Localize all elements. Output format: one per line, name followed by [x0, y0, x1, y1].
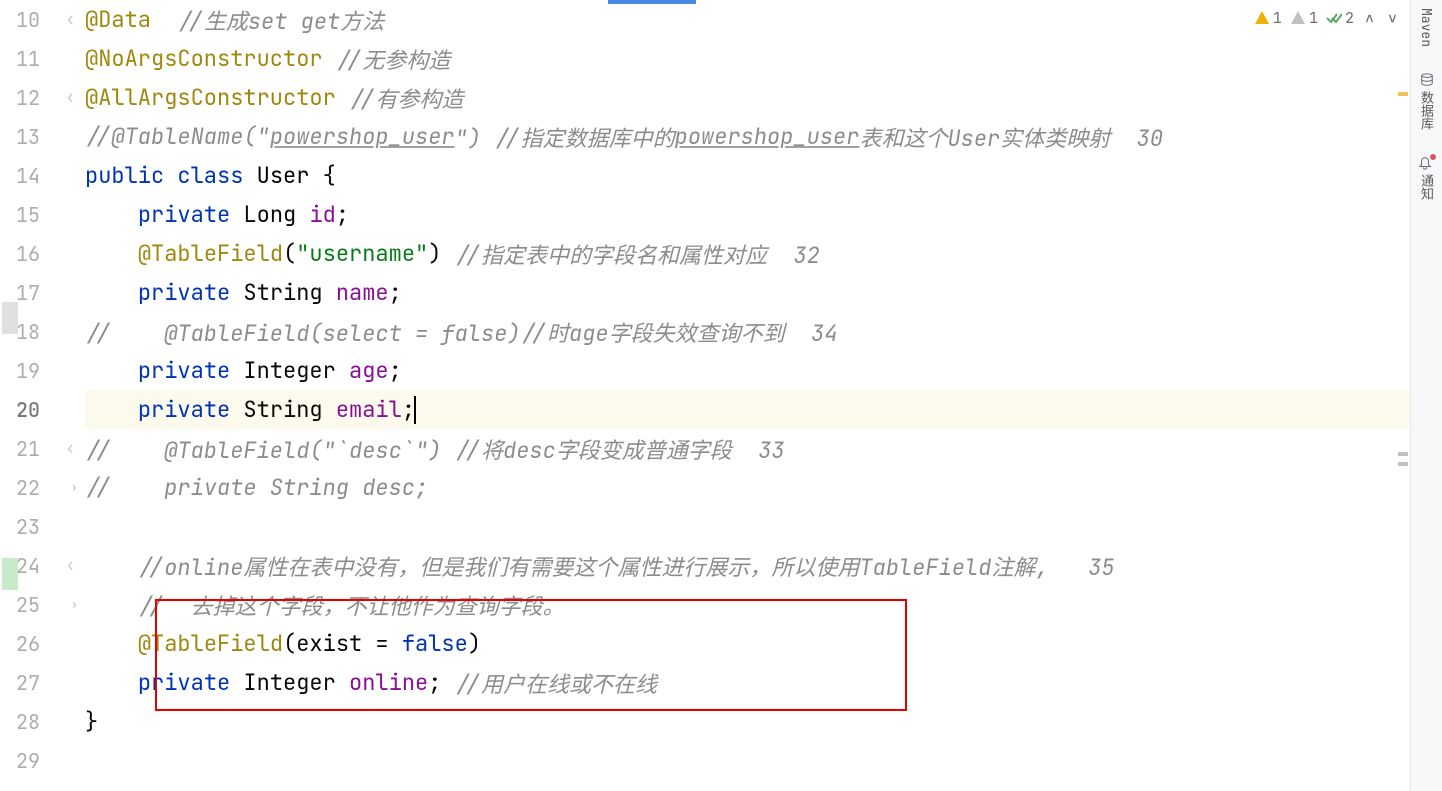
inspection-check-count[interactable]: 2	[1326, 8, 1354, 28]
type: Integer	[243, 668, 335, 697]
field: name	[336, 278, 389, 307]
weak-warning-count[interactable]: 1	[1290, 8, 1318, 28]
notifications-tool-button[interactable]: 通知	[1417, 156, 1436, 200]
double-check-icon	[1326, 10, 1342, 26]
stripe-mark[interactable]	[1398, 462, 1408, 466]
keyword: private	[138, 668, 230, 697]
annotation: @AllArgsConstructor	[85, 83, 336, 112]
keyword: class	[177, 161, 243, 190]
comment: // @TableField(select = false)//时age字段失效…	[85, 316, 837, 348]
fold-end-icon[interactable]: ⌃	[64, 483, 82, 491]
annotation: @Data	[85, 5, 151, 34]
keyword: false	[402, 629, 468, 658]
bell-icon	[1420, 156, 1434, 170]
comment: //有参构造	[336, 82, 464, 114]
keyword: private	[138, 395, 230, 424]
paren: (	[283, 239, 296, 268]
notification-dot	[1430, 154, 1436, 160]
paren: )	[428, 239, 441, 268]
field: email	[336, 395, 402, 424]
vcs-marker-added	[2, 558, 18, 590]
type: String	[243, 395, 322, 424]
field: online	[349, 668, 428, 697]
comment: //online属性在表中没有，但是我们有需要这个属性进行展示，所以使用Tabl…	[138, 550, 1115, 582]
brace: {	[309, 161, 335, 190]
paren: (exist =	[283, 629, 402, 658]
caret	[414, 396, 416, 424]
comment: // private String desc;	[85, 473, 428, 502]
paren: )	[468, 629, 481, 658]
comment: ") //指定数据库中的	[455, 121, 675, 153]
database-icon	[1420, 73, 1434, 87]
keyword: private	[138, 278, 230, 307]
comment: 表和这个User实体类映射 30	[859, 121, 1163, 153]
right-tool-windows: Maven 数据库 通知	[1410, 0, 1442, 791]
annotation: @TableField	[138, 239, 283, 268]
type: String	[243, 278, 322, 307]
comment: //无参构造	[323, 43, 451, 75]
annotation: @NoArgsConstructor	[85, 44, 323, 73]
string: "username"	[296, 239, 428, 268]
comment: //@TableName("	[85, 122, 270, 151]
keyword: private	[138, 200, 230, 229]
fold-indicator-icon[interactable]: ⌄	[64, 444, 82, 452]
prev-highlight-button[interactable]: ∧	[1362, 8, 1377, 28]
maven-tool-button[interactable]: Maven	[1418, 8, 1435, 47]
comment: //生成set get方法	[151, 4, 384, 36]
comment: powershop_user	[270, 122, 455, 151]
code-editor[interactable]: @Data //生成set get方法 @NoArgsConstructor /…	[85, 0, 1410, 791]
vcs-marker	[2, 302, 18, 334]
type: Long	[243, 200, 296, 229]
current-line: private String email;	[85, 390, 1410, 429]
fold-end-icon[interactable]: ⌃	[64, 600, 82, 608]
class-name: User	[257, 161, 310, 190]
comment: // @TableField("`desc`") //将desc字段变成普通字段…	[85, 433, 785, 465]
comment: //用户在线或不在线	[441, 667, 657, 699]
keyword: private	[138, 356, 230, 385]
comment: //指定表中的字段名和属性对应 32	[441, 238, 819, 270]
fold-indicator-icon[interactable]: ⌄	[64, 561, 82, 569]
inspection-widget[interactable]: 1 1 2 ∧ ∨	[1254, 8, 1400, 28]
brace: }	[85, 707, 98, 736]
stripe-mark[interactable]	[1398, 452, 1408, 456]
fold-indicator-icon[interactable]: ⌄	[64, 15, 82, 23]
error-stripe[interactable]	[1398, 0, 1408, 791]
warning-count[interactable]: 1	[1254, 8, 1282, 28]
comment: powershop_user	[675, 122, 860, 151]
left-margin-bar	[0, 0, 20, 791]
field: id	[309, 200, 335, 229]
comment: // 去掉这个字段，不让他作为查询字段。	[138, 589, 565, 621]
fold-indicator-icon[interactable]: ⌄	[64, 93, 82, 101]
warning-icon	[1254, 10, 1270, 26]
database-tool-button[interactable]: 数据库	[1417, 73, 1436, 130]
type: Integer	[243, 356, 335, 385]
annotation: @TableField	[138, 629, 283, 658]
field: age	[349, 356, 389, 385]
stripe-warning[interactable]	[1398, 92, 1408, 96]
keyword: public	[85, 161, 164, 190]
weak-warning-icon	[1290, 10, 1306, 26]
